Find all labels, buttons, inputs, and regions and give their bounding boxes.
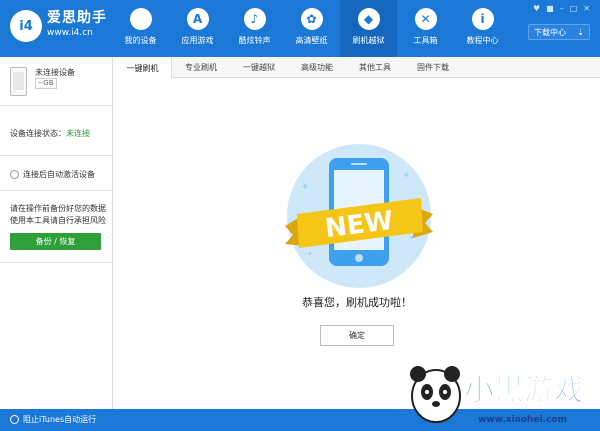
minimize-icon[interactable]: – [560, 4, 564, 13]
tab-advanced[interactable]: 高级功能 [288, 57, 346, 78]
tab-one-click-flash[interactable]: 一键刷机 [114, 57, 172, 79]
block-itunes-option[interactable]: 阻止iTunes自动运行 [10, 414, 96, 425]
device-capacity: --GB [35, 78, 57, 89]
tab-bar: 一键刷机 专业刷机 一键越狱 高级功能 其他工具 固件下载 [114, 57, 600, 79]
nav-toolbox[interactable]: ✕ 工具箱 [397, 0, 454, 57]
block-itunes-label: 阻止iTunes自动运行 [23, 415, 97, 424]
bell-icon: ♪ [243, 8, 266, 30]
dropbox-icon: ◆ [357, 8, 380, 30]
tab-other-tools[interactable]: 其他工具 [346, 57, 404, 78]
connection-label: 设备连接状态： [10, 129, 66, 138]
feedback-icon[interactable]: ♥ [533, 4, 540, 13]
connection-status: 设备连接状态：未连接 [10, 128, 90, 139]
divider [0, 262, 112, 263]
info-icon: i [471, 8, 494, 30]
divider [0, 190, 112, 191]
block-itunes-radio[interactable] [10, 415, 19, 424]
device-name: 未连接设备 [35, 68, 75, 77]
phone-icon [10, 67, 27, 96]
nav-label: 教程中心 [466, 36, 499, 45]
nav-wallpapers[interactable]: ✿ 高清壁纸 [283, 0, 340, 57]
maximize-icon[interactable]: □ [570, 4, 578, 13]
svg-text:✦: ✦ [307, 250, 313, 258]
flower-icon: ✿ [300, 8, 323, 30]
window-controls: ♥ ■ – □ ✕ [533, 4, 590, 13]
new-phone-badge-icon: ✦ ✦ ✦ ✦ NEW [285, 144, 433, 288]
close-icon[interactable]: ✕ [583, 4, 590, 13]
tools-icon: ✕ [414, 8, 437, 30]
divider [0, 155, 112, 156]
divider [0, 105, 112, 106]
appstore-icon: A [186, 8, 209, 30]
nav-label: 刷机越狱 [352, 36, 385, 45]
svg-text:✦: ✦ [403, 171, 410, 180]
xiaohei-watermark: 小黑游戏 www.xiaohei.com [410, 366, 585, 425]
confirm-button[interactable]: 确定 [320, 325, 394, 346]
download-icon: ⇣ [577, 27, 584, 37]
apple-icon [129, 8, 152, 30]
nav-label: 应用游戏 [181, 36, 214, 45]
nav-label: 我的设备 [124, 36, 157, 45]
nav-my-device[interactable]: 我的设备 [112, 0, 169, 57]
download-center-label: 下载中心 [534, 27, 566, 37]
nav-flash-jailbreak[interactable]: ◆ 刷机越狱 [340, 0, 397, 57]
brand-url: www.i4.cn [47, 28, 93, 38]
success-message: 恭喜您，刷机成功啦！ [302, 296, 412, 309]
connection-value: 未连接 [66, 129, 90, 138]
auto-activate-option[interactable]: 连接后自动激活设备 [10, 169, 95, 180]
watermark-text: 小黑游戏 [464, 373, 584, 408]
main-nav: 我的设备 A 应用游戏 ♪ 酷炫铃声 ✿ 高清壁纸 ◆ 刷机越狱 ✕ 工具箱 i… [112, 0, 511, 57]
nav-ringtones[interactable]: ♪ 酷炫铃声 [226, 0, 283, 57]
nav-label: 高清壁纸 [295, 36, 328, 45]
backup-restore-button[interactable]: 备份 / 恢复 [10, 233, 101, 250]
download-center-button[interactable]: 下载中心 ⇣ [528, 24, 590, 40]
title-bar: i4 爱思助手 www.i4.cn 我的设备 A 应用游戏 ♪ 酷炫铃声 ✿ 高… [0, 0, 600, 57]
brand-name: 爱思助手 [47, 10, 107, 26]
tab-pro-flash[interactable]: 专业刷机 [172, 57, 230, 78]
nav-label: 工具箱 [413, 36, 438, 45]
svg-text:✦: ✦ [301, 182, 309, 193]
nav-label: 酷炫铃声 [238, 36, 271, 45]
auto-activate-radio[interactable] [10, 170, 19, 179]
tab-one-click-jailbreak[interactable]: 一键越狱 [230, 57, 288, 78]
backup-notice: 请在操作前备份好您的数据 使用本工具请自行承担风险 [10, 204, 106, 225]
skin-icon[interactable]: ■ [546, 4, 554, 13]
auto-activate-label: 连接后自动激活设备 [23, 170, 95, 179]
brand: 爱思助手 www.i4.cn [47, 10, 107, 40]
device-sidebar: 未连接设备 --GB 设备连接状态：未连接 连接后自动激活设备 请在操作前备份好… [0, 57, 113, 409]
app-logo: i4 [10, 10, 42, 42]
tab-firmware-download[interactable]: 固件下载 [404, 57, 462, 78]
watermark-url: www.xiaohei.com [478, 415, 567, 425]
nav-apps-games[interactable]: A 应用游戏 [169, 0, 226, 57]
nav-tutorials[interactable]: i 教程中心 [454, 0, 511, 57]
